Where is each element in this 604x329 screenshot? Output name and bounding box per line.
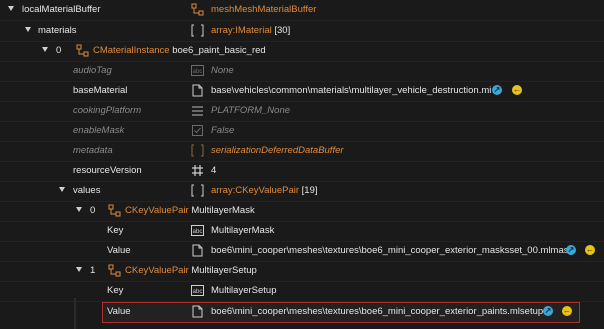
tree-row[interactable]: Key abc MultilayerSetup [0,281,604,301]
property-label: Value [107,245,131,256]
property-value[interactable]: boe6\mini_cooper\meshes\textures\boe6_mi… [211,306,543,317]
file-icon [192,84,203,97]
property-value[interactable]: MultilayerSetup [211,285,276,296]
property-type-wrap: array:CKeyValuePair [19] [211,185,318,196]
property-label: localMaterialBuffer [22,4,101,15]
list-icon [191,144,204,157]
property-label: values [73,185,101,196]
expand-arrow-icon[interactable] [42,47,48,52]
file-icon [192,244,203,257]
tree-icon [108,204,121,217]
array-index: 0 [56,45,62,56]
open-arrow-icon[interactable]: ↗ [543,306,553,316]
instance-wrap: CKeyValuePair MultilayerMask [125,205,255,216]
tree-row[interactable]: audioTag abc None [0,61,604,81]
property-label: Value [107,306,131,317]
property-type-wrap: array:IMaterial [30] [211,25,290,36]
checkbox-icon [192,125,203,136]
goto-arrow-icon[interactable]: ← [585,245,595,255]
array-index: 0 [90,205,96,216]
text-icon: abc [191,225,204,236]
file-icon [192,305,203,318]
text-icon: abc [191,285,204,296]
expand-arrow-icon[interactable] [59,187,65,192]
instance-name: boe6_paint_basic_red [172,45,266,56]
property-value[interactable]: MultilayerMask [211,225,274,236]
tree-row[interactable]: 0 CKeyValuePair MultilayerMask [0,201,604,221]
property-value[interactable]: boe6\mini_cooper\meshes\textures\boe6_mi… [211,245,573,256]
goto-arrow-icon[interactable]: ← [562,306,572,316]
tree-row[interactable]: metadata serializationDeferredDataBuffer [0,141,604,161]
tree-row[interactable]: values array:CKeyValuePair [19] [0,181,604,201]
array-count: [30] [274,25,291,36]
tree-row-selected[interactable]: Value boe6\mini_cooper\meshes\textures\b… [0,302,604,322]
property-value: False [211,125,235,136]
property-value[interactable]: 4 [211,165,216,176]
class-name: CKeyValuePair [125,265,189,276]
list-icon [192,106,203,116]
tree-row[interactable]: Key abc MultilayerMask [0,221,604,241]
svg-text:abc: abc [193,69,203,75]
property-label: resourceVersion [73,165,142,176]
property-label: Key [107,285,124,296]
tree-row[interactable]: Value boe6\mini_cooper\meshes\textures\b… [0,241,604,261]
list-icon [191,184,204,197]
property-label: cookingPlatform [73,105,142,116]
text-icon: abc [191,65,204,76]
array-index: 1 [90,265,96,276]
instance-name: MultilayerSetup [191,265,257,276]
hash-icon [192,165,203,176]
tree-icon [108,264,121,277]
open-arrow-icon[interactable]: ↗ [492,85,502,95]
tree-row[interactable]: cookingPlatform PLATFORM_None [0,101,604,121]
tree-row[interactable]: 1 CKeyValuePair MultilayerSetup [0,261,604,281]
svg-text:abc: abc [193,289,203,295]
tree-row[interactable]: baseMaterial base\vehicles\common\materi… [0,81,604,101]
tree-row[interactable]: materials array:IMaterial [30] [0,21,604,41]
property-label: baseMaterial [73,85,128,96]
class-name: CMaterialInstance [93,45,170,56]
tree-row[interactable]: resourceVersion 4 [0,161,604,181]
property-type: array:IMaterial [211,25,272,36]
expand-arrow-icon[interactable] [76,207,82,212]
instance-wrap: CKeyValuePair MultilayerSetup [125,265,257,276]
list-icon [191,24,204,37]
expand-arrow-icon[interactable] [8,6,14,11]
svg-text:abc: abc [193,229,203,235]
array-count: [19] [301,185,318,196]
expand-arrow-icon[interactable] [25,27,31,32]
open-arrow-icon[interactable]: ↗ [566,245,576,255]
tree-row[interactable]: 0 CMaterialInstance boe6_paint_basic_red [0,41,604,61]
property-value: serializationDeferredDataBuffer [211,145,344,156]
property-label: audioTag [73,65,112,76]
property-value[interactable]: base\vehicles\common\materials\multilaye… [211,85,491,96]
instance-wrap: CMaterialInstance boe6_paint_basic_red [93,45,266,56]
tree-icon [76,44,89,57]
property-type: array:CKeyValuePair [211,185,300,196]
expand-arrow-icon[interactable] [76,267,82,272]
property-label: materials [38,25,77,36]
instance-name: MultilayerMask [191,205,255,216]
property-label: enableMask [73,125,125,136]
property-label: metadata [73,145,113,156]
tree-row[interactable]: enableMask False [0,121,604,141]
property-value: None [211,65,234,76]
goto-arrow-icon[interactable]: ← [512,85,522,95]
class-name: CKeyValuePair [125,205,189,216]
property-label: Key [107,225,124,236]
property-value: PLATFORM_None [211,105,291,116]
tree-row[interactable]: localMaterialBuffer meshMeshMaterialBuff… [0,0,604,20]
tree-icon [191,3,204,16]
property-type: meshMeshMaterialBuffer [211,4,317,15]
